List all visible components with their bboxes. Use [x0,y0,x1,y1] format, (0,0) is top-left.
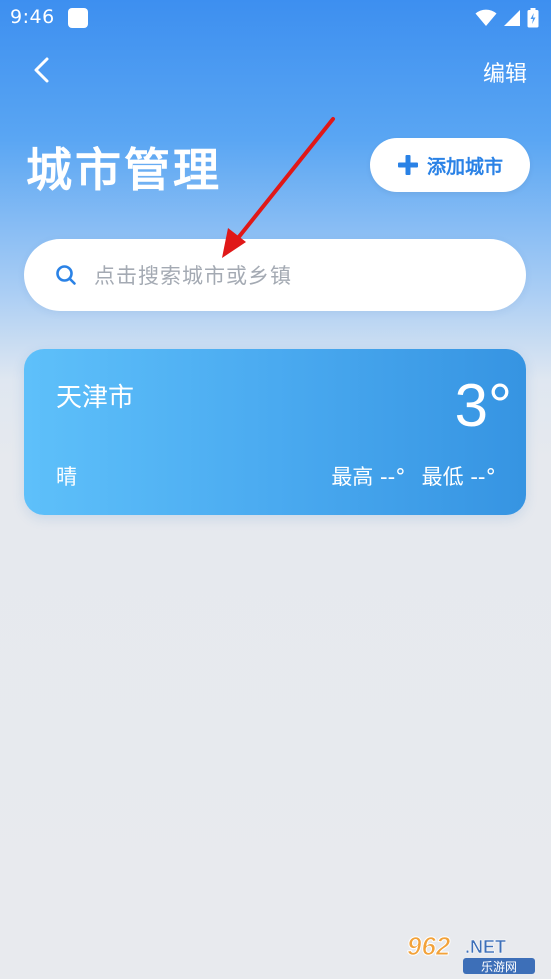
city-name: 天津市 [56,383,135,413]
wifi-icon [475,9,497,26]
city-high-temp: 最高 --° [331,465,406,489]
page-title: 城市管理 [26,143,222,197]
search-input[interactable]: 点击搜索城市或乡镇 [24,239,526,311]
svg-text:乐游网: 乐游网 [481,960,517,974]
add-city-label: 添加城市 [426,155,503,178]
search-placeholder: 点击搜索城市或乡镇 [94,264,292,288]
status-bar: 9:46 [0,0,551,36]
city-temperature: 3° [454,372,512,439]
search-icon [56,265,76,285]
city-weather: 晴 [56,465,77,489]
notification-app-icon [68,8,88,28]
city-temp-range: 最高 --° 最低 --° [331,461,496,491]
status-indicators [475,8,539,28]
add-city-button[interactable]: 添加城市 [370,138,530,192]
city-card[interactable]: 天津市 3° 晴 最高 --° 最低 --° [24,349,526,515]
back-button[interactable] [26,52,62,88]
signal-icon [504,10,520,26]
chevron-left-icon [34,57,49,83]
svg-text:.NET: .NET [465,937,506,957]
battery-icon [527,8,539,28]
plus-icon [397,155,418,175]
status-time: 9:46 [10,6,55,28]
svg-text:962: 962 [407,931,451,961]
edit-button[interactable]: 编辑 [483,56,527,88]
city-low-temp: 最低 --° [421,465,496,489]
watermark-logo: 962 .NET 乐游网 [407,931,535,974]
